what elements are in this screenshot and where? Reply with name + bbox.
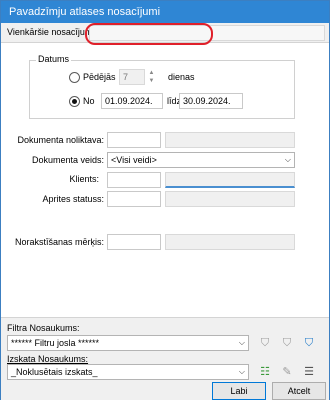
title-bar: Pavadzīmju atlases nosacījumi	[1, 1, 329, 23]
writeoff-purpose-label: Norakstīšanas mērķis:	[14, 237, 104, 247]
simple-conditions-label: Vienkāršie nosacījumi	[7, 27, 95, 37]
view-name-label: Izskata Nosaukums:	[7, 354, 89, 364]
filter-clear-icon[interactable]: ⛉	[279, 335, 295, 351]
filter-name-select[interactable]: ****** Filtru josla ****** ⌵	[7, 335, 249, 351]
dialog-window: Pavadzīmju atlases nosacījumi Vienkāršie…	[0, 0, 330, 400]
warehouse-label: Dokumenta noliktava:	[17, 135, 104, 145]
chevron-down-icon: ⌵	[238, 338, 245, 347]
highlight-annotation	[85, 23, 213, 45]
writeoff-purpose-name-field	[165, 234, 295, 250]
view-name-value: _Noklusētais izskats_	[11, 367, 98, 377]
last-days-label: Pēdējās	[83, 72, 116, 82]
bottom-pane: Filtra Nosaukums: ****** Filtru josla **…	[1, 317, 329, 400]
date-range-radio[interactable]	[69, 96, 80, 107]
doc-type-value: <Visi veidi>	[111, 155, 157, 165]
status-name-field	[165, 191, 295, 207]
view-name-select[interactable]: _Noklusētais izskats_ ⌵	[7, 364, 249, 380]
date-group-legend: Datums	[36, 54, 72, 64]
view-list-icon[interactable]: ☰	[301, 364, 317, 380]
last-days-spinner[interactable]: ▲ ▼	[147, 69, 156, 85]
warehouse-code-input[interactable]	[107, 132, 161, 148]
filter-name-label: Filtra Nosaukums:	[7, 323, 80, 333]
edit-view-icon[interactable]: ✎	[279, 364, 295, 380]
writeoff-purpose-input[interactable]	[107, 234, 161, 250]
doc-type-select[interactable]: <Visi veidi> ⌵	[107, 152, 295, 168]
days-unit-label: dienas	[168, 72, 195, 82]
last-days-input[interactable]: 7	[119, 69, 145, 85]
filter-icon[interactable]: ⛉	[257, 335, 273, 351]
chevron-down-icon: ⌵	[284, 155, 291, 164]
filter-name-value: ****** Filtru josla ******	[11, 338, 100, 348]
status-label: Aprites statuss:	[42, 194, 104, 204]
warehouse-name-field	[165, 132, 295, 148]
to-date-input[interactable]: 30.09.2024.	[179, 93, 243, 109]
doc-type-label: Dokumenta veids:	[31, 155, 104, 165]
client-name-field	[165, 172, 295, 188]
window-title: Pavadzīmju atlases nosacījumi	[9, 6, 161, 18]
client-label: Klients:	[69, 174, 99, 184]
status-code-input[interactable]	[107, 191, 161, 207]
chevron-down-icon: ⌵	[238, 367, 245, 376]
filter-active-icon[interactable]: ⛉	[301, 335, 317, 351]
date-groupbox	[29, 60, 295, 119]
from-date-input[interactable]: 01.09.2024.	[101, 93, 163, 109]
add-view-icon[interactable]: ☷	[257, 364, 273, 380]
client-code-input[interactable]	[107, 172, 161, 188]
last-days-radio[interactable]	[69, 72, 80, 83]
ok-button[interactable]: Labi	[212, 382, 266, 400]
cancel-button[interactable]: Atcelt	[272, 382, 326, 400]
from-label: No	[83, 96, 95, 106]
